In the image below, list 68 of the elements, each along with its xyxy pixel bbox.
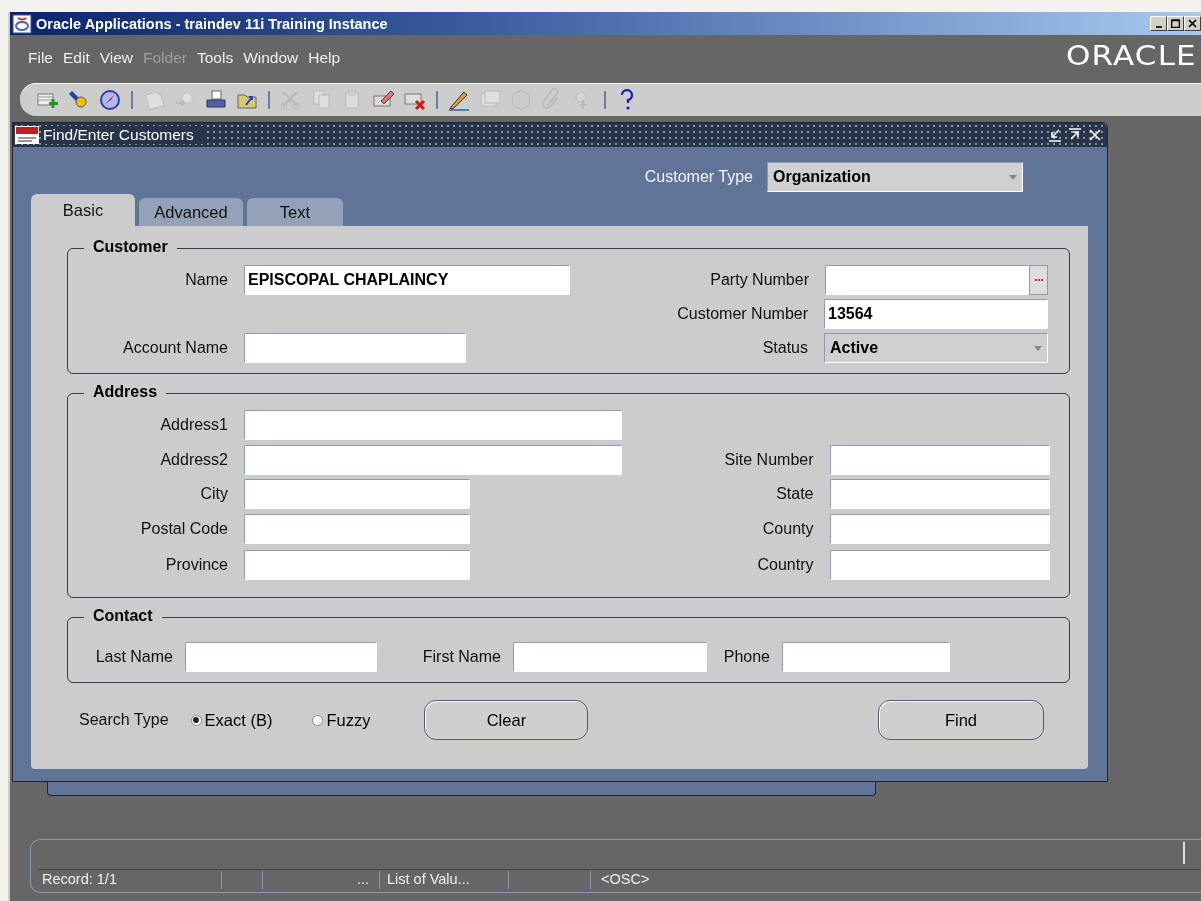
menu-item[interactable]: Tools — [191, 49, 239, 67]
tab[interactable]: Text — [247, 198, 343, 226]
text-field[interactable] — [825, 265, 1029, 295]
status-message: List of Valu... — [380, 871, 509, 889]
form-logo-icon — [15, 126, 39, 144]
window-title: Oracle Applications - traindev 11i Training Instance — [36, 15, 388, 32]
radio-button[interactable]: Fuzzy — [312, 710, 371, 730]
find-button[interactable]: Find — [878, 700, 1044, 740]
text-field[interactable] — [513, 642, 707, 672]
field-label: Address2 — [159, 450, 228, 469]
field-label: Country — [756, 556, 814, 574]
field-label: Customer Type — [644, 168, 753, 186]
ellipsis-icon — [1034, 278, 1043, 282]
field-label: Site Number — [723, 450, 814, 469]
record-count: Record: 1/1 — [39, 871, 222, 889]
close-icon[interactable] — [1087, 127, 1103, 143]
field-label: Status — [761, 339, 808, 357]
field-label: Address1 — [159, 416, 228, 434]
field-label: Search Type — [79, 711, 169, 729]
minimize-button[interactable] — [1150, 16, 1167, 31]
dropdown[interactable]: Active — [824, 333, 1048, 363]
form-title: Find/Enter Customers — [43, 126, 204, 144]
text-field[interactable] — [244, 333, 466, 363]
field-label: State — [775, 485, 814, 503]
tab[interactable]: Basic — [31, 194, 135, 226]
clear-button[interactable]: Clear — [424, 700, 589, 740]
dropdown[interactable]: Organization — [767, 162, 1023, 192]
text-field[interactable]: EPISCOPAL CHAPLAINCY — [244, 265, 570, 295]
menu-item[interactable]: Window — [238, 49, 304, 67]
minimize-icon — [1155, 25, 1162, 28]
text-field[interactable] — [244, 444, 622, 475]
menu-item[interactable]: Help — [303, 49, 346, 67]
field-label: Province — [164, 556, 228, 574]
field-label: Customer Number — [676, 305, 808, 323]
ellipsis-indicator: ... — [263, 871, 380, 889]
text-field[interactable] — [185, 642, 377, 672]
field-label: Last Name — [94, 648, 173, 666]
minimize-icon[interactable] — [1047, 127, 1063, 143]
text-field[interactable] — [244, 514, 470, 544]
text-field[interactable] — [829, 550, 1050, 580]
close-button[interactable] — [1184, 16, 1201, 31]
text-field[interactable] — [829, 479, 1050, 509]
field-label: County — [761, 520, 814, 538]
menu-item[interactable]: File — [23, 49, 58, 67]
text-field[interactable]: 13564 — [824, 299, 1048, 329]
radio-button[interactable]: Exact (B) — [190, 710, 273, 730]
menu-item[interactable]: Edit — [58, 49, 95, 67]
text-field[interactable] — [244, 479, 470, 509]
text-field[interactable] — [244, 410, 622, 440]
text-field[interactable] — [782, 642, 950, 672]
menu-item[interactable]: View — [94, 49, 139, 67]
field-label: Account Name — [122, 339, 228, 357]
maximize-icon — [1171, 19, 1180, 28]
lov-button[interactable] — [1029, 265, 1048, 295]
field-label: Name — [184, 271, 228, 289]
text-field[interactable] — [244, 550, 470, 580]
field-label: First Name — [421, 648, 501, 666]
field-label: City — [199, 485, 228, 503]
field-label: Phone — [722, 648, 770, 666]
oracle-logo: ORACLE — [1066, 39, 1197, 71]
field-label: Postal Code — [139, 520, 228, 538]
text-field[interactable] — [829, 514, 1050, 544]
mode-indicator: <OSC> — [600, 871, 651, 889]
text-field[interactable] — [829, 444, 1050, 475]
tab[interactable]: Advanced — [139, 198, 243, 226]
close-icon — [1188, 19, 1197, 28]
maximize-button[interactable] — [1167, 16, 1184, 31]
field-label: Party Number — [709, 271, 809, 289]
